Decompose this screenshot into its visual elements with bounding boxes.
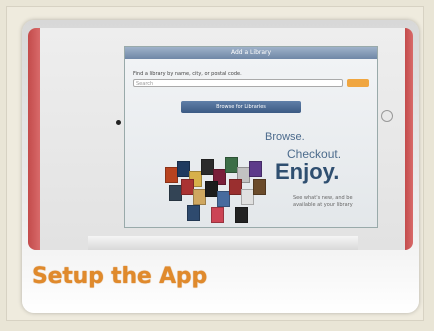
tablet-stand	[88, 236, 358, 250]
tablet-screen: Add a Library Find a library by name, ci…	[124, 46, 378, 228]
slide-card: Add a Library Find a library by name, ci…	[22, 20, 419, 313]
tagline-enjoy: Enjoy.	[275, 159, 340, 184]
ipad-photo: Add a Library Find a library by name, ci…	[28, 28, 413, 250]
screen-header: Add a Library	[125, 47, 377, 59]
book-cover	[187, 205, 200, 221]
book-cover	[235, 207, 248, 223]
find-label: Find a library by name, city, or postal …	[133, 71, 242, 77]
screen-note: See what's new, and be available at your…	[293, 195, 353, 208]
slide-title: Setup the App	[32, 264, 208, 289]
search-go-button[interactable]	[347, 79, 369, 87]
book-cover	[249, 161, 262, 177]
home-button-icon	[381, 110, 393, 122]
camera-icon	[116, 120, 121, 125]
tablet-body: Add a Library Find a library by name, ci…	[28, 28, 413, 250]
browse-libraries-button[interactable]: Browse for Libraries	[181, 101, 301, 113]
book-cover	[253, 179, 266, 195]
red-case-edge-right	[405, 28, 413, 250]
book-covers-collage	[159, 157, 279, 227]
library-search-input[interactable]: Search	[133, 79, 343, 87]
book-cover	[211, 207, 224, 223]
red-case-edge	[28, 28, 40, 250]
tagline-browse: Browse.	[265, 131, 305, 143]
